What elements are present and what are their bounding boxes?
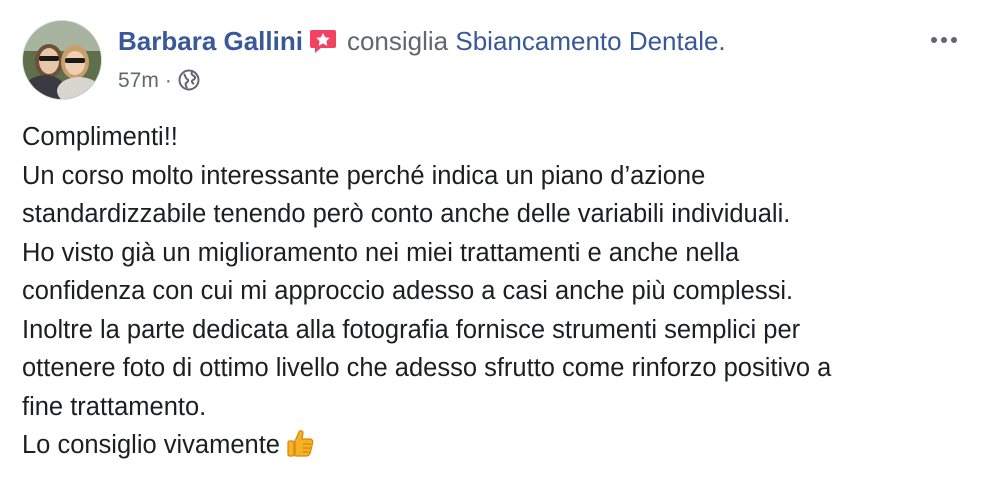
post-line: confidenza con cui mi approccio adesso a…: [22, 277, 794, 305]
more-dot: [941, 37, 947, 43]
avatar[interactable]: [22, 20, 102, 100]
globe-icon[interactable]: [178, 69, 200, 98]
post-line-last: Lo consiglio vivamente: [22, 426, 966, 470]
review-post: Barbara Gallini consiglia Sbiancamento D…: [0, 0, 986, 490]
page-name-link[interactable]: Sbiancamento Dentale.: [455, 26, 725, 56]
post-line: ottenere foto di ottimo livello che ades…: [22, 354, 832, 382]
recommend-star-icon: [309, 28, 337, 62]
thumbs-up-icon: [286, 428, 314, 470]
avatar-photo: [23, 21, 101, 99]
post-timestamp[interactable]: 57m: [118, 69, 159, 92]
post-meta: 57m ·: [118, 68, 904, 98]
post-line: Inoltre la parte dedicata alla fotografi…: [22, 315, 801, 344]
more-dot: [931, 37, 937, 43]
meta-separator: ·: [164, 69, 172, 92]
post-header-text: Barbara Gallini consiglia Sbiancamento D…: [118, 24, 904, 98]
post-line: Complimenti!!: [22, 123, 178, 151]
recommend-verb: consiglia: [346, 26, 449, 56]
post-body: Complimenti!! Un corso molto interessant…: [22, 118, 966, 470]
post-header: Barbara Gallini consiglia Sbiancamento D…: [22, 20, 964, 102]
author-name-link[interactable]: Barbara Gallini: [118, 26, 303, 56]
post-line: Un corso molto interessante perché indic…: [22, 161, 706, 190]
more-dot: [951, 37, 957, 43]
post-line-text: Lo consiglio vivamente: [22, 431, 280, 459]
post-line: fine trattamento.: [22, 392, 207, 421]
post-title-line: Barbara Gallini consiglia Sbiancamento D…: [118, 24, 904, 62]
more-options-icon[interactable]: [924, 26, 964, 54]
post-line: Ho visto già un miglioramento nei miei t…: [22, 238, 740, 267]
post-line: standardizzabile tenendo però conto anch…: [22, 200, 791, 228]
